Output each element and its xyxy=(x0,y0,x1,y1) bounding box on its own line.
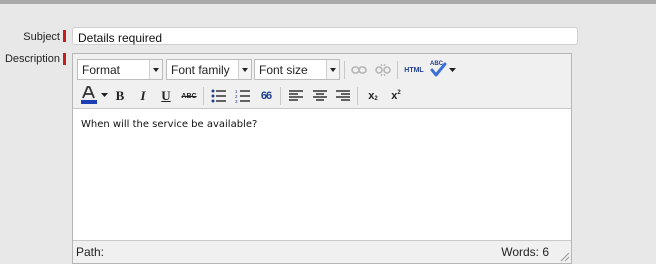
editor-toolbar-row-2: B I U ABC 1 2 3 66 x 2 x 2 xyxy=(73,83,571,107)
toolbar-separator xyxy=(280,87,281,105)
format-select[interactable]: Format xyxy=(77,59,163,80)
toolbar-separator xyxy=(357,87,358,105)
toolbar-separator xyxy=(397,61,398,79)
description-label: Description xyxy=(4,53,60,65)
strikethrough-button[interactable]: ABC xyxy=(179,86,199,106)
svg-text:3: 3 xyxy=(235,99,238,103)
font-size-select-label: Font size xyxy=(259,63,308,77)
font-family-select-label: Font family xyxy=(171,63,230,77)
editor-status-bar: Path: Words: 6 xyxy=(73,242,571,263)
required-marker xyxy=(63,53,66,65)
chevron-down-icon xyxy=(100,92,108,97)
superscript-mark: 2 xyxy=(397,90,401,96)
bullet-list-button[interactable] xyxy=(209,86,229,106)
html-source-button[interactable]: HTML xyxy=(402,60,426,80)
toolbar-separator xyxy=(344,61,345,79)
spellcheck-dropdown[interactable] xyxy=(447,60,457,80)
font-family-select[interactable]: Font family xyxy=(166,59,252,80)
unlink-icon xyxy=(375,63,391,77)
spellcheck-icon: ABC xyxy=(430,61,447,77)
align-center-icon xyxy=(313,90,327,101)
align-center-button[interactable] xyxy=(310,86,330,106)
link-icon xyxy=(351,66,367,74)
blockquote-button[interactable]: 66 xyxy=(256,86,276,106)
chevron-down-icon xyxy=(238,60,251,79)
text-color-icon xyxy=(81,86,97,104)
toolbar-separator xyxy=(203,87,204,105)
align-left-button[interactable] xyxy=(286,86,306,106)
editor-content-text: When will the service be available? xyxy=(81,119,258,130)
align-right-button[interactable] xyxy=(333,86,353,106)
chevron-down-icon xyxy=(448,67,456,72)
word-count: Words: 6 xyxy=(501,245,549,259)
numbered-list-button[interactable]: 1 2 3 xyxy=(233,86,253,106)
subscript-mark: 2 xyxy=(374,96,378,102)
spellcheck-button[interactable]: ABC xyxy=(428,58,448,78)
editor-content-area[interactable]: When will the service be available? xyxy=(73,108,571,241)
font-size-select[interactable]: Font size xyxy=(254,59,340,80)
subject-input[interactable]: Details required xyxy=(72,27,578,45)
superscript-button[interactable]: x2 xyxy=(386,86,406,106)
format-select-label: Format xyxy=(82,63,121,77)
align-right-icon xyxy=(336,90,350,101)
editor-toolbar-row-1: Format Font family Font size HTML ABC xyxy=(73,56,571,81)
resize-handle-icon[interactable] xyxy=(558,250,570,262)
italic-button[interactable]: I xyxy=(133,86,153,106)
link-button[interactable] xyxy=(349,60,369,80)
subscript-button[interactable]: x2 xyxy=(363,86,383,106)
description-editor: Format Font family Font size HTML ABC B … xyxy=(72,53,572,264)
unlink-button[interactable] xyxy=(373,60,393,80)
path-label: Path: xyxy=(76,245,105,259)
bold-button[interactable]: B xyxy=(110,86,130,106)
subject-label: Subject xyxy=(23,31,60,43)
chevron-down-icon xyxy=(326,60,339,79)
align-left-icon xyxy=(289,90,303,101)
top-border xyxy=(0,0,656,4)
required-marker xyxy=(63,30,66,42)
bullet-list-icon xyxy=(211,89,226,103)
chevron-down-icon xyxy=(149,60,162,79)
numbered-list-icon: 1 2 3 xyxy=(235,89,250,103)
underline-button[interactable]: U xyxy=(156,86,176,106)
text-color-dropdown[interactable] xyxy=(99,85,109,105)
text-color-button[interactable] xyxy=(78,85,100,105)
